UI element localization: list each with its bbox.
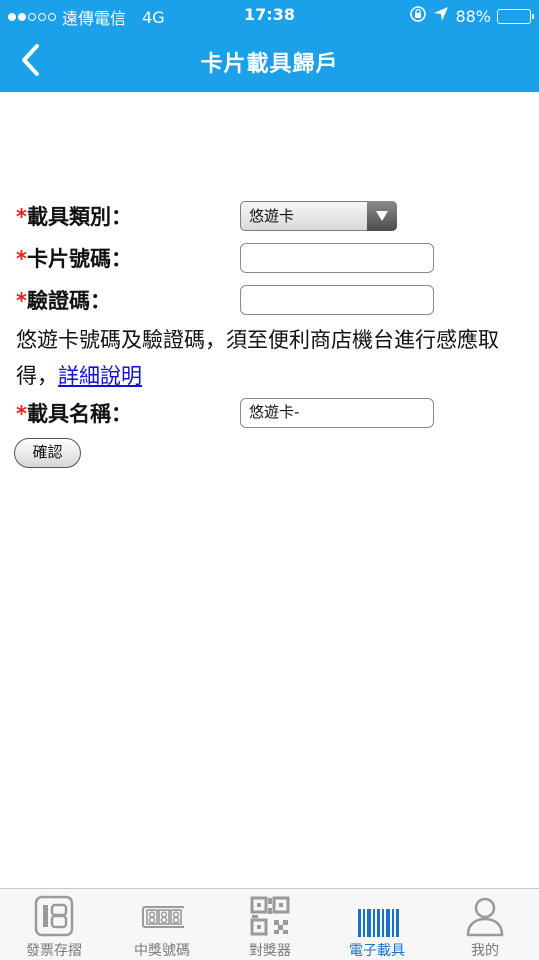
battery-icon	[497, 8, 534, 24]
qr-code-icon	[250, 896, 290, 936]
carrier-type-label: *載具類別：	[16, 205, 132, 229]
header-bar: 遠傳電信 4G 17:38 88% 卡片載具歸戶	[0, 0, 539, 92]
tab-label: 中獎號碼	[134, 943, 190, 959]
tab-label: 我的	[471, 943, 499, 959]
carrier-name-row: *載具名稱： 悠遊卡-	[16, 398, 526, 430]
user-icon	[466, 897, 504, 937]
tab-prize-checker[interactable]: 對獎器	[216, 889, 324, 960]
details-link[interactable]: 詳細說明	[58, 364, 142, 388]
carrier-type-row: *載具類別： 悠遊卡	[16, 201, 526, 233]
status-right: 88%	[409, 5, 534, 27]
carrier-name-input[interactable]: 悠遊卡-	[240, 398, 434, 428]
carrier-type-select[interactable]: 悠遊卡	[240, 201, 397, 231]
nav-bar: 卡片載具歸戶	[0, 30, 539, 92]
tab-e-carrier[interactable]: 電子載具	[323, 889, 431, 960]
status-bar: 遠傳電信 4G 17:38 88%	[0, 0, 539, 30]
location-arrow-icon	[433, 6, 449, 26]
invoice-book-icon	[34, 895, 74, 937]
tab-my-account[interactable]: 我的	[431, 889, 539, 960]
page-title: 卡片載具歸戶	[200, 52, 339, 77]
instruction-note: 悠遊卡號碼及驗證碼，須至便利商店機台進行感應取得，詳細說明	[16, 322, 526, 394]
card-number-input[interactable]	[240, 243, 434, 273]
barcode-icon	[358, 909, 399, 937]
tab-winning-numbers[interactable]: 中獎號碼	[108, 889, 216, 960]
tab-bar: 發票存摺 中獎號碼 對獎器 電子載具 我的	[0, 888, 539, 960]
winning-numbers-icon	[142, 906, 184, 928]
card-number-row: *卡片號碼：	[16, 243, 526, 275]
verification-code-input[interactable]	[240, 285, 434, 315]
carrier-name-label: *載具名稱：	[16, 402, 132, 426]
battery-percent: 88%	[455, 6, 491, 26]
tab-label: 對獎器	[249, 943, 291, 959]
carrier-type-value: 悠遊卡	[249, 207, 295, 225]
tab-invoice-book[interactable]: 發票存摺	[0, 889, 108, 960]
rotation-lock-icon	[409, 5, 427, 27]
card-number-label: *卡片號碼：	[16, 247, 132, 271]
verification-code-label: *驗證碼：	[16, 289, 111, 313]
tab-label: 發票存摺	[26, 943, 82, 959]
confirm-button[interactable]: 確認	[14, 438, 81, 468]
tab-label: 電子載具	[349, 943, 405, 959]
verification-code-row: *驗證碼：	[16, 285, 526, 317]
dropdown-arrow-icon	[367, 201, 397, 231]
